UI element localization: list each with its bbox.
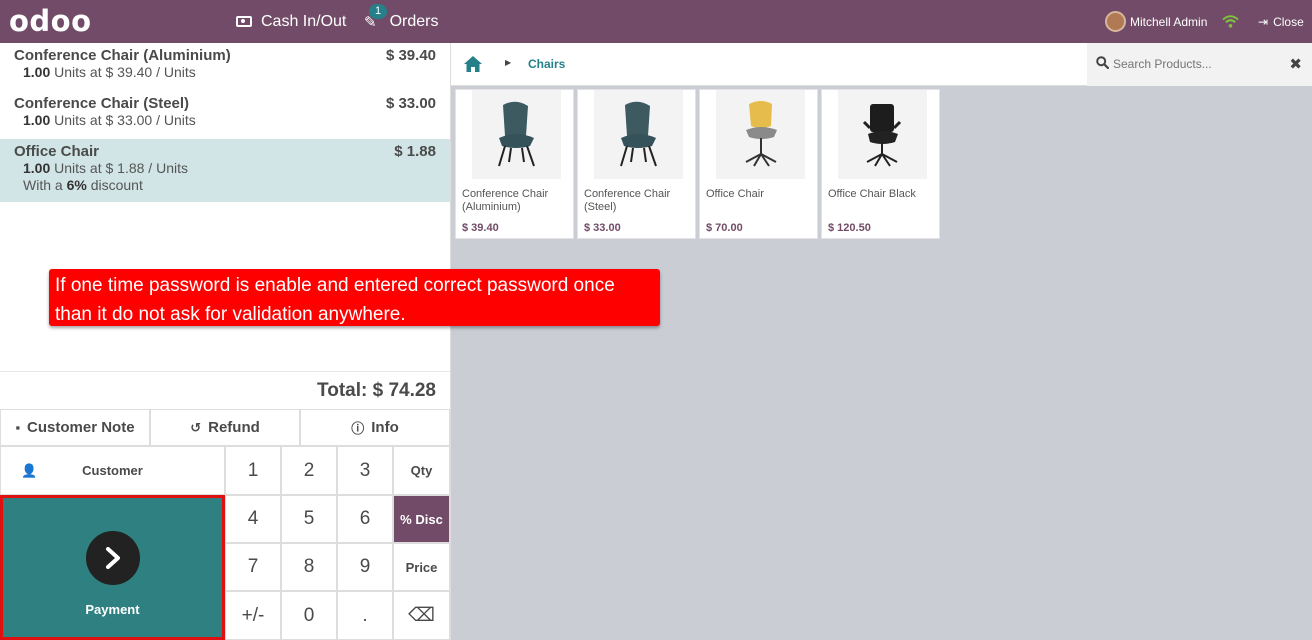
numpad: 1 2 3 Qty 4 5 6 % Disc 7 8 9 Price +/- 0… (225, 446, 450, 640)
user-name: Mitchell Admin (1130, 14, 1208, 29)
note-icon: ▪ (15, 420, 21, 435)
annotation-callout: If one time password is enable and enter… (49, 269, 660, 326)
close-icon[interactable]: ✖ (1289, 55, 1302, 73)
order-total: Total: $ 74.28 (0, 371, 450, 409)
product-image (716, 90, 805, 179)
order-line-price: $ 1.88 (394, 143, 436, 160)
action-pad: 👤 Customer Payment 1 2 3 Qty 4 5 6 % Dis… (0, 446, 450, 640)
numpad-price-mode[interactable]: Price (393, 543, 450, 591)
search-icon (1096, 56, 1110, 72)
customer-button[interactable]: 👤 Customer (0, 446, 225, 495)
wifi-icon[interactable] (1222, 0, 1239, 43)
product-price: $ 39.40 (462, 222, 499, 234)
cash-in-out-label: Cash In/Out (261, 12, 347, 30)
breadcrumb-category[interactable]: Chairs (528, 57, 565, 71)
order-line-qty: 1.00 (23, 160, 51, 176)
numpad-key-2[interactable]: 2 (281, 446, 337, 495)
order-line-price: $ 33.00 (385, 95, 436, 112)
order-line-info: 1.00 Units at $ 1.88 / Units (14, 160, 436, 177)
order-line-info: 1.00 Units at $ 39.40 / Units (14, 64, 436, 81)
product-name: Office Chair Black (828, 188, 916, 200)
numpad-key-1[interactable]: 1 (225, 446, 281, 495)
numpad-plus-minus[interactable]: +/- (225, 591, 281, 640)
numpad-key-7[interactable]: 7 (225, 543, 281, 591)
product-card[interactable]: Office Chair Black $ 120.50 (821, 89, 940, 239)
order-line-name: Office Chair (14, 143, 100, 160)
numpad-qty-mode[interactable]: Qty (393, 446, 450, 495)
info-icon: ⓘ (351, 421, 365, 436)
payment-button[interactable]: Payment (0, 495, 225, 640)
product-card[interactable]: Conference Chair (Aluminium) $ 39.40 (455, 89, 574, 239)
product-price: $ 70.00 (706, 222, 743, 234)
order-line-unit: Units at $ 1.88 / Units (54, 160, 188, 176)
product-card[interactable]: Office Chair $ 70.00 (699, 89, 818, 239)
numpad-decimal[interactable]: . (337, 591, 393, 640)
numpad-key-4[interactable]: 4 (225, 495, 281, 543)
order-line-price: $ 39.40 (385, 47, 436, 64)
close-label: Close (1273, 14, 1304, 29)
home-icon[interactable] (463, 55, 483, 78)
product-price: $ 33.00 (584, 222, 621, 234)
numpad-key-6[interactable]: 6 (337, 495, 393, 543)
order-line-qty: 1.00 (23, 112, 51, 128)
product-price: $ 120.50 (828, 222, 871, 234)
user-icon: 👤 (21, 462, 38, 478)
product-name: Conference Chair (Aluminium) (462, 188, 549, 213)
product-card[interactable]: Conference Chair (Steel) $ 33.00 (577, 89, 696, 239)
products-header: ▶ Chairs ✖ (451, 43, 1312, 86)
order-line-info: 1.00 Units at $ 33.00 / Units (14, 112, 436, 129)
info-button[interactable]: ⓘ Info (300, 409, 450, 446)
close-button[interactable]: ⇥ Close (1258, 0, 1304, 43)
chevron-right-icon (85, 530, 140, 585)
refund-button[interactable]: ↺ Refund (150, 409, 300, 446)
cash-in-out-button[interactable]: Cash In/Out (236, 0, 346, 43)
top-navbar: odoo Cash In/Out ✎ 1 Orders Mitchell Admi… (0, 0, 1312, 43)
product-name: Conference Chair (Steel) (584, 188, 671, 213)
info-label: Info (371, 419, 399, 436)
product-image (472, 90, 561, 179)
order-line-unit: Units at $ 39.40 / Units (54, 64, 196, 80)
ticket-icon: ✎ 1 (364, 3, 388, 31)
control-buttons: ▪ Customer Note ↺ Refund ⓘ Info (0, 409, 450, 446)
discount-prefix: With a (23, 177, 63, 193)
undo-icon: ↺ (190, 419, 202, 435)
order-line[interactable]: Conference Chair (Aluminium) $ 39.40 1.0… (0, 43, 450, 91)
caret-right-icon: ▶ (505, 58, 512, 67)
numpad-key-5[interactable]: 5 (281, 495, 337, 543)
order-line[interactable]: Conference Chair (Steel) $ 33.00 1.00 Un… (0, 91, 450, 139)
search-input[interactable] (1113, 55, 1273, 73)
sign-out-icon: ⇥ (1258, 14, 1269, 29)
numpad-discount-mode[interactable]: % Disc (393, 495, 450, 543)
product-name: Office Chair (706, 188, 764, 200)
numpad-key-9[interactable]: 9 (337, 543, 393, 591)
numpad-key-0[interactable]: 0 (281, 591, 337, 640)
order-line-selected[interactable]: Office Chair $ 1.88 1.00 Units at $ 1.88… (0, 139, 450, 202)
order-line-name: Conference Chair (Aluminium) (14, 47, 231, 64)
discount-suffix: discount (90, 177, 143, 193)
money-icon (236, 16, 252, 27)
product-image (838, 90, 927, 179)
order-line-qty: 1.00 (23, 64, 51, 80)
search-box: ✖ (1087, 43, 1312, 86)
numpad-key-8[interactable]: 8 (281, 543, 337, 591)
discount-value: 6% (66, 177, 87, 193)
order-line-discount: With a 6% discount (14, 177, 436, 194)
orders-button[interactable]: ✎ 1 Orders (364, 0, 438, 43)
orders-count-badge: 1 (369, 3, 388, 19)
avatar (1105, 11, 1126, 32)
orders-label: Orders (389, 12, 439, 30)
customer-note-label: Customer Note (27, 419, 135, 436)
numpad-key-3[interactable]: 3 (337, 446, 393, 495)
odoo-logo: odoo (9, 4, 92, 38)
refund-label: Refund (208, 419, 260, 436)
user-menu[interactable]: Mitchell Admin (1105, 0, 1207, 43)
order-line-name: Conference Chair (Steel) (14, 95, 190, 112)
backspace-icon[interactable]: ⌫ (393, 591, 450, 640)
order-line-unit: Units at $ 33.00 / Units (54, 112, 196, 128)
product-image (594, 90, 683, 179)
order-panel: Conference Chair (Aluminium) $ 39.40 1.0… (0, 43, 451, 640)
customer-note-button[interactable]: ▪ Customer Note (0, 409, 150, 446)
payment-label: Payment (85, 601, 140, 617)
